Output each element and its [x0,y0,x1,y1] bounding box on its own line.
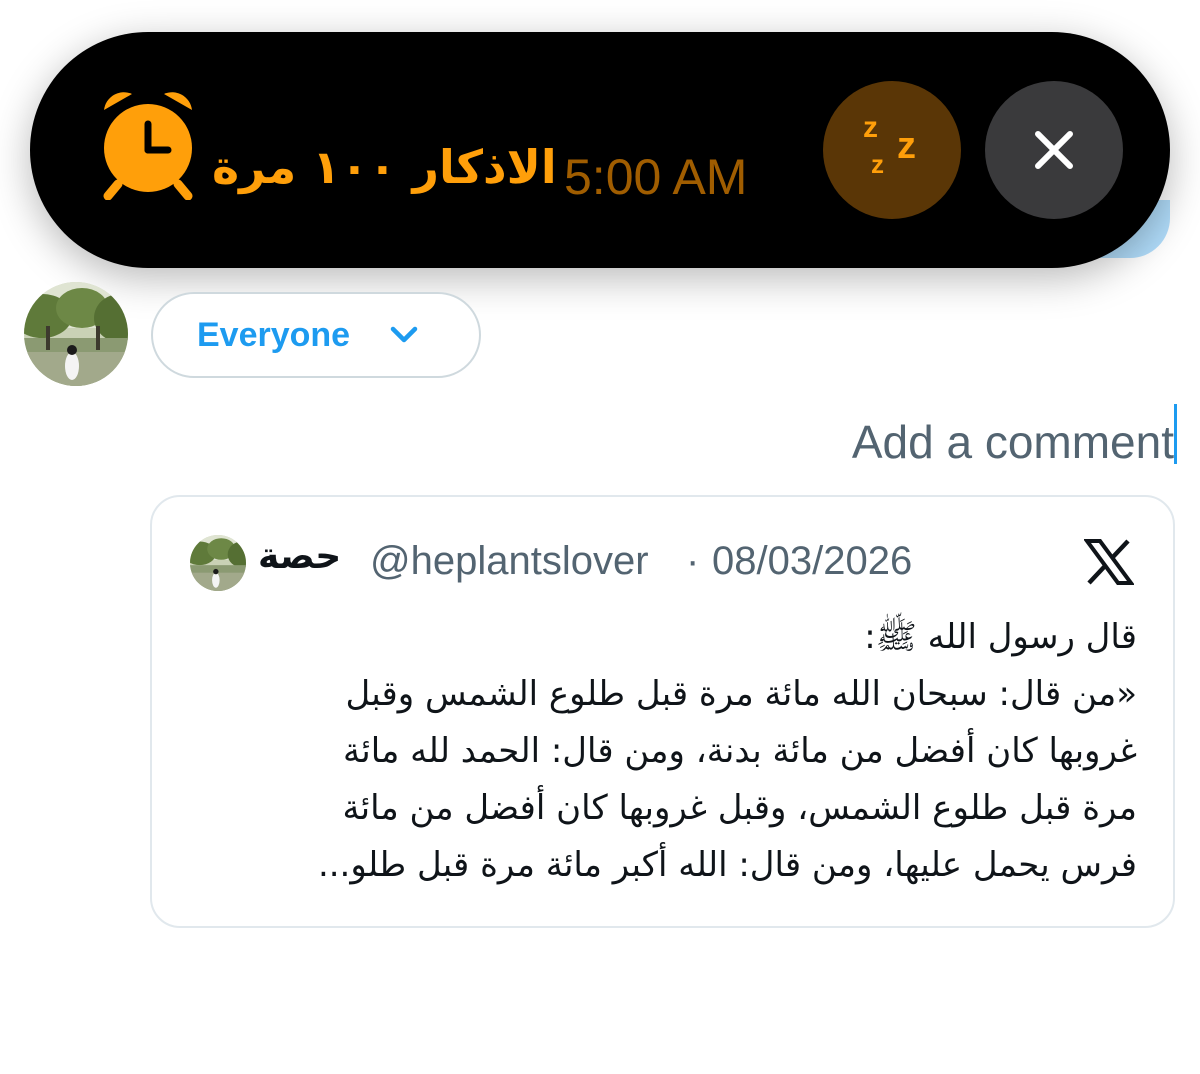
quoted-text-line: فرس يحمل عليها، ومن قال: الله أكبر مائة … [317,845,1137,885]
alarm-clock-icon [98,88,198,201]
chevron-down-icon [390,326,418,343]
quoted-text-line: قال رسول الله ﷺ: [864,617,1137,657]
snooze-button[interactable]: z z z [823,81,961,219]
audience-label: Everyone [197,316,351,354]
meta-separator: · [686,539,700,583]
quoted-author-name[interactable]: حصة [258,539,341,575]
quoted-text-line: «من قال: سبحان الله مائة مرة قبل طلوع ال… [345,674,1137,714]
comment-input[interactable] [374,412,1174,472]
alarm-live-activity[interactable]: الاذكار ١٠٠ مرة 5:00 AM z z z [30,32,1170,268]
quoted-author-avatar[interactable] [190,535,246,591]
quoted-text-line: غروبها كان أفضل من مائة بدنة، ومن قال: ا… [343,731,1137,771]
audience-selector-button[interactable]: Everyone [151,292,481,378]
user-avatar[interactable] [24,282,128,386]
x-logo-icon [1084,539,1134,585]
alarm-time: 5:00 AM [564,149,748,205]
text-cursor [1174,404,1177,464]
close-icon [1035,131,1073,169]
quoted-post-card[interactable]: حصة @heplantslover · 08/03/2026 قال رسول… [150,495,1175,928]
alarm-title: الاذكار ١٠٠ مرة [212,140,557,194]
quoted-post-date: 08/03/2026 [712,539,913,583]
quoted-post-text: قال رسول الله ﷺ: «من قال: سبحان الله مائ… [188,609,1137,894]
quoted-text-line: مرة قبل طلوع الشمس، وقبل غروبها كان أفضل… [342,788,1137,828]
quoted-author-handle[interactable]: @heplantslover [370,541,649,581]
dismiss-alarm-button[interactable] [985,81,1123,219]
